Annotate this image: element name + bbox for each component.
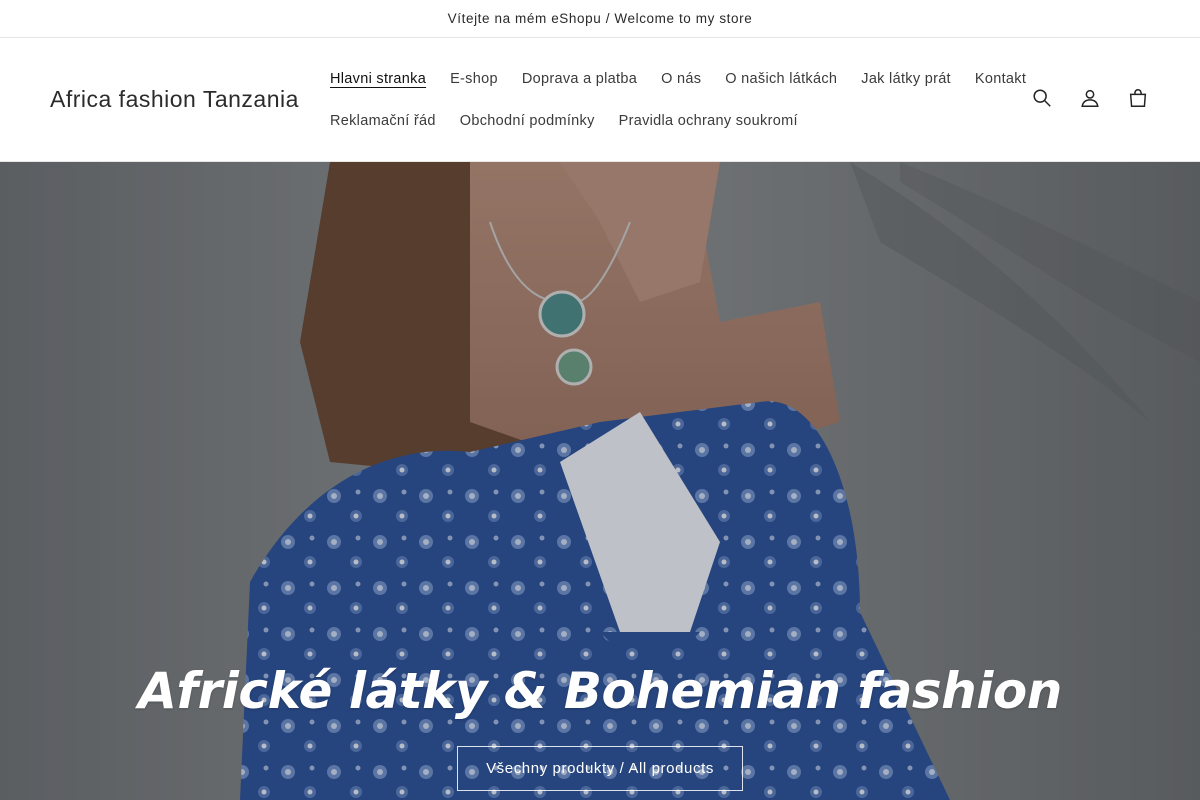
- hero-title: Africké látky & Bohemian fashion: [138, 662, 1062, 720]
- header-icons: [1020, 78, 1160, 118]
- nav-row-secondary: Reklamační řád Obchodní podmínky Pravidl…: [318, 100, 1018, 142]
- all-products-button[interactable]: Všechny produkty / All products: [457, 746, 743, 791]
- cart-button[interactable]: [1116, 78, 1160, 118]
- main-navigation: Hlavni stranka E-shop Doprava a platba O…: [318, 58, 1026, 142]
- nav-item-about[interactable]: O nás: [649, 71, 713, 87]
- nav-item-fabrics[interactable]: O našich látkách: [713, 71, 849, 87]
- nav-item-complaints[interactable]: Reklamační řád: [318, 113, 448, 129]
- store-logo-link[interactable]: Africa fashion Tanzania: [50, 86, 299, 113]
- announcement-text: Vítejte na mém eShopu / Welcome to my st…: [447, 11, 753, 26]
- site-header: Africa fashion Tanzania Hlavni stranka E…: [0, 38, 1200, 162]
- search-icon: [1033, 89, 1051, 107]
- nav-item-washing[interactable]: Jak látky prát: [849, 71, 963, 87]
- hero-content: Africké látky & Bohemian fashion Všechny…: [0, 662, 1200, 791]
- nav-item-shipping-payment[interactable]: Doprava a platba: [510, 71, 649, 87]
- nav-item-eshop[interactable]: E-shop: [438, 71, 510, 87]
- nav-item-terms[interactable]: Obchodní podmínky: [448, 113, 607, 129]
- announcement-bar: Vítejte na mém eShopu / Welcome to my st…: [0, 0, 1200, 38]
- cart-icon: [1129, 89, 1147, 107]
- nav-row-primary: Hlavni stranka E-shop Doprava a platba O…: [318, 58, 1026, 100]
- account-button[interactable]: [1068, 78, 1112, 118]
- search-button[interactable]: [1020, 78, 1064, 118]
- account-icon: [1081, 89, 1099, 107]
- nav-item-home[interactable]: Hlavni stranka: [318, 71, 438, 87]
- nav-item-privacy[interactable]: Pravidla ochrany soukromí: [607, 113, 810, 129]
- hero-banner: Africké látky & Bohemian fashion Všechny…: [0, 162, 1200, 800]
